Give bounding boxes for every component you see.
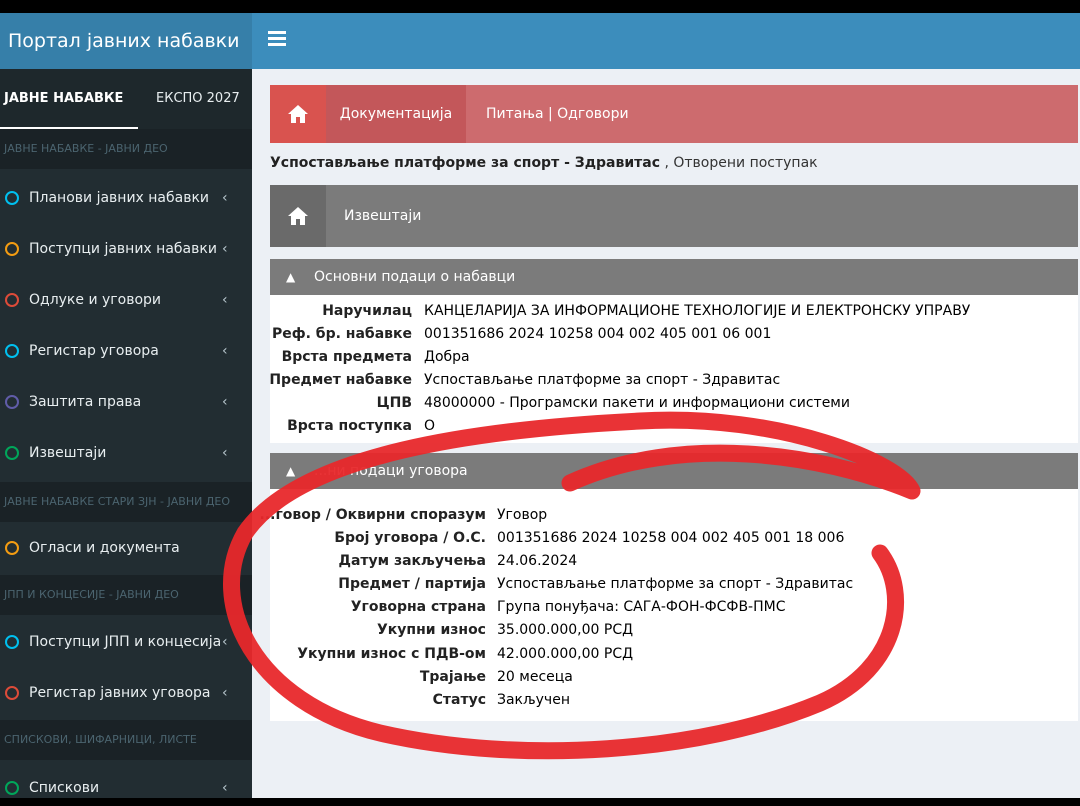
screenshot: Портал јавних набавки ЈАВНЕ НАБАВКЕ ЕКСП… bbox=[0, 13, 1080, 798]
red-circle-annotation bbox=[223, 411, 921, 760]
